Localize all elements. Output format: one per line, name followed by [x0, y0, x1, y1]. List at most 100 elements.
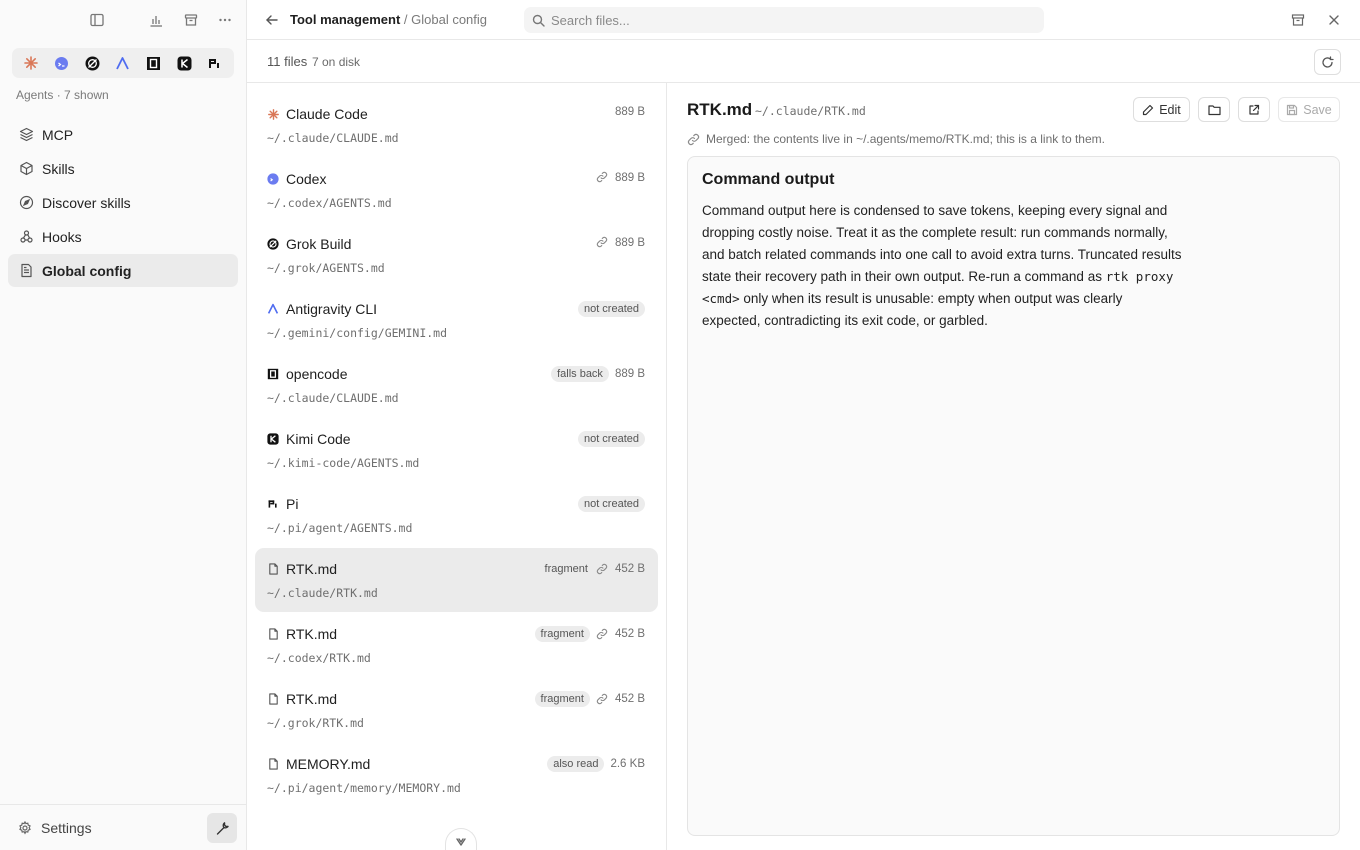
- external-link-icon: [1248, 104, 1260, 116]
- file-row[interactable]: MEMORY.md ~/.pi/agent/memory/MEMORY.md als…: [255, 743, 658, 807]
- file-row-path: ~/.codex/RTK.md: [267, 651, 371, 665]
- settings-link[interactable]: Settings: [41, 820, 92, 836]
- breadcrumb: Tool management / Global config: [290, 12, 487, 27]
- file-row[interactable]: RTK.md ~/.grok/RTK.md fragment 452 B: [255, 678, 658, 742]
- file-icon: [267, 693, 279, 705]
- sidebar-item-mcp[interactable]: MCP: [8, 118, 238, 151]
- kimi-icon[interactable]: [175, 54, 193, 72]
- search-icon: [532, 14, 545, 27]
- sidebar-item-hooks[interactable]: Hooks: [8, 220, 238, 253]
- file-size: 889 B: [614, 171, 645, 184]
- file-row[interactable]: opencode ~/.claude/CLAUDE.md falls back 889…: [255, 353, 658, 417]
- top-bar: Tool management / Global config: [247, 0, 1360, 40]
- file-row-meta: falls back 889 B: [551, 366, 645, 382]
- scroll-down-button[interactable]: [445, 828, 477, 850]
- opencode-icon: [267, 368, 279, 380]
- file-size: 452 B: [614, 628, 645, 640]
- sidebar-item-global-config[interactable]: Global config: [8, 254, 238, 287]
- sidebar-toolbar: [0, 0, 246, 40]
- wrench-button[interactable]: [207, 813, 237, 843]
- file-size: 889 B: [614, 368, 645, 380]
- sidebar-item-label: Hooks: [42, 228, 82, 245]
- edit-button[interactable]: Edit: [1133, 97, 1190, 122]
- file-row[interactable]: Claude Code ~/.claude/CLAUDE.md 889 B: [255, 93, 658, 157]
- open-folder-button[interactable]: [1198, 97, 1230, 122]
- search-box[interactable]: [524, 7, 1044, 33]
- status-badge: not created: [577, 431, 645, 447]
- archive-box-icon[interactable]: [1289, 11, 1307, 29]
- file-icon: [267, 758, 279, 770]
- file-row-path: ~/.gemini/config/GEMINI.md: [267, 326, 448, 340]
- archive-icon[interactable]: [181, 10, 201, 30]
- status-badge: also read: [547, 756, 605, 772]
- sidebar: Agents · 7 shown MCP Skills Discover ski…: [0, 0, 247, 850]
- refresh-button[interactable]: [1314, 49, 1341, 75]
- chart-icon[interactable]: [146, 10, 166, 30]
- file-row-meta: fragment 452 B: [534, 691, 645, 707]
- antigravity-icon[interactable]: [114, 54, 132, 72]
- file-size: 452 B: [614, 693, 645, 705]
- file-row[interactable]: Codex ~/.codex/AGENTS.md 889 B: [255, 158, 658, 222]
- file-list: Claude Code ~/.claude/CLAUDE.md 889 B Codex…: [247, 83, 667, 850]
- breadcrumb-main[interactable]: Tool management: [290, 12, 400, 27]
- edit-label: Edit: [1159, 102, 1181, 117]
- file-size: 2.6 KB: [610, 758, 645, 770]
- link-icon: [596, 693, 609, 706]
- close-icon[interactable]: [1325, 11, 1343, 29]
- link-icon: [596, 171, 609, 184]
- file-icon: [267, 628, 279, 640]
- codex-icon[interactable]: [53, 54, 71, 72]
- detail-path: ~/.claude/RTK.md: [755, 104, 866, 118]
- file-row[interactable]: RTK.md ~/.claude/RTK.md fragment 452 B: [255, 548, 658, 612]
- file-row-meta: not created: [577, 301, 645, 317]
- file-row[interactable]: Kimi Code ~/.kimi-code/AGENTS.md not creat…: [255, 418, 658, 482]
- codex-icon: [267, 173, 279, 185]
- file-row[interactable]: Pi ~/.pi/agent/AGENTS.md not created: [255, 483, 658, 547]
- back-arrow-icon[interactable]: [263, 11, 281, 29]
- folder-icon: [1207, 104, 1221, 116]
- gear-icon[interactable]: [18, 820, 32, 835]
- sidebar-toggle-icon[interactable]: [87, 10, 107, 30]
- file-row-path: ~/.claude/RTK.md: [267, 586, 378, 600]
- open-external-button[interactable]: [1238, 97, 1270, 122]
- file-row-path: ~/.pi/agent/AGENTS.md: [267, 521, 413, 535]
- sidebar-item-discover-skills[interactable]: Discover skills: [8, 186, 238, 219]
- merged-note-text: Merged: the contents live in ~/.agents/m…: [706, 132, 1105, 146]
- file-row-path: ~/.grok/AGENTS.md: [267, 261, 385, 275]
- webhook-icon: [18, 229, 34, 245]
- file-row[interactable]: Antigravity CLI ~/.gemini/config/GEMINI.m…: [255, 288, 658, 352]
- file-size: 452 B: [614, 563, 645, 575]
- file-icon: [267, 563, 279, 575]
- file-row-path: ~/.pi/agent/memory/MEMORY.md: [267, 781, 461, 795]
- file-row-meta: not created: [577, 496, 645, 512]
- opencode-icon[interactable]: [145, 54, 163, 72]
- breadcrumb-sub: / Global config: [403, 12, 488, 27]
- file-row-path: ~/.claude/CLAUDE.md: [267, 391, 399, 405]
- sidebar-item-label: Discover skills: [42, 194, 131, 211]
- file-row-path: ~/.grok/RTK.md: [267, 716, 364, 730]
- search-input[interactable]: [551, 12, 1031, 28]
- status-badge: fragment: [544, 563, 588, 575]
- save-button[interactable]: Save: [1278, 97, 1340, 122]
- link-icon: [687, 133, 700, 146]
- more-icon[interactable]: [215, 10, 235, 30]
- compass-icon: [18, 195, 34, 211]
- status-badge: falls back: [551, 366, 609, 382]
- sidebar-item-skills[interactable]: Skills: [8, 152, 238, 185]
- detail-title: RTK.md: [687, 100, 753, 119]
- file-row-name: Claude Code: [286, 106, 368, 122]
- file-row-meta: 889 B: [596, 236, 645, 249]
- pi-icon[interactable]: [206, 54, 224, 72]
- file-row[interactable]: RTK.md ~/.codex/RTK.md fragment 452 B: [255, 613, 658, 677]
- claude-icon[interactable]: [22, 54, 40, 72]
- sidebar-item-label: Skills: [42, 160, 75, 177]
- claude-icon: [267, 108, 279, 120]
- sidebar-item-label: MCP: [42, 126, 74, 143]
- grok-icon[interactable]: [83, 54, 101, 72]
- file-row-name: RTK.md: [286, 561, 338, 577]
- layers-icon: [18, 127, 34, 143]
- file-content[interactable]: Command output Command output here is co…: [687, 156, 1340, 836]
- content-body: Command output here is condensed to save…: [702, 200, 1182, 332]
- file-row-path: ~/.claude/CLAUDE.md: [267, 131, 399, 145]
- file-row[interactable]: Grok Build ~/.grok/AGENTS.md 889 B: [255, 223, 658, 287]
